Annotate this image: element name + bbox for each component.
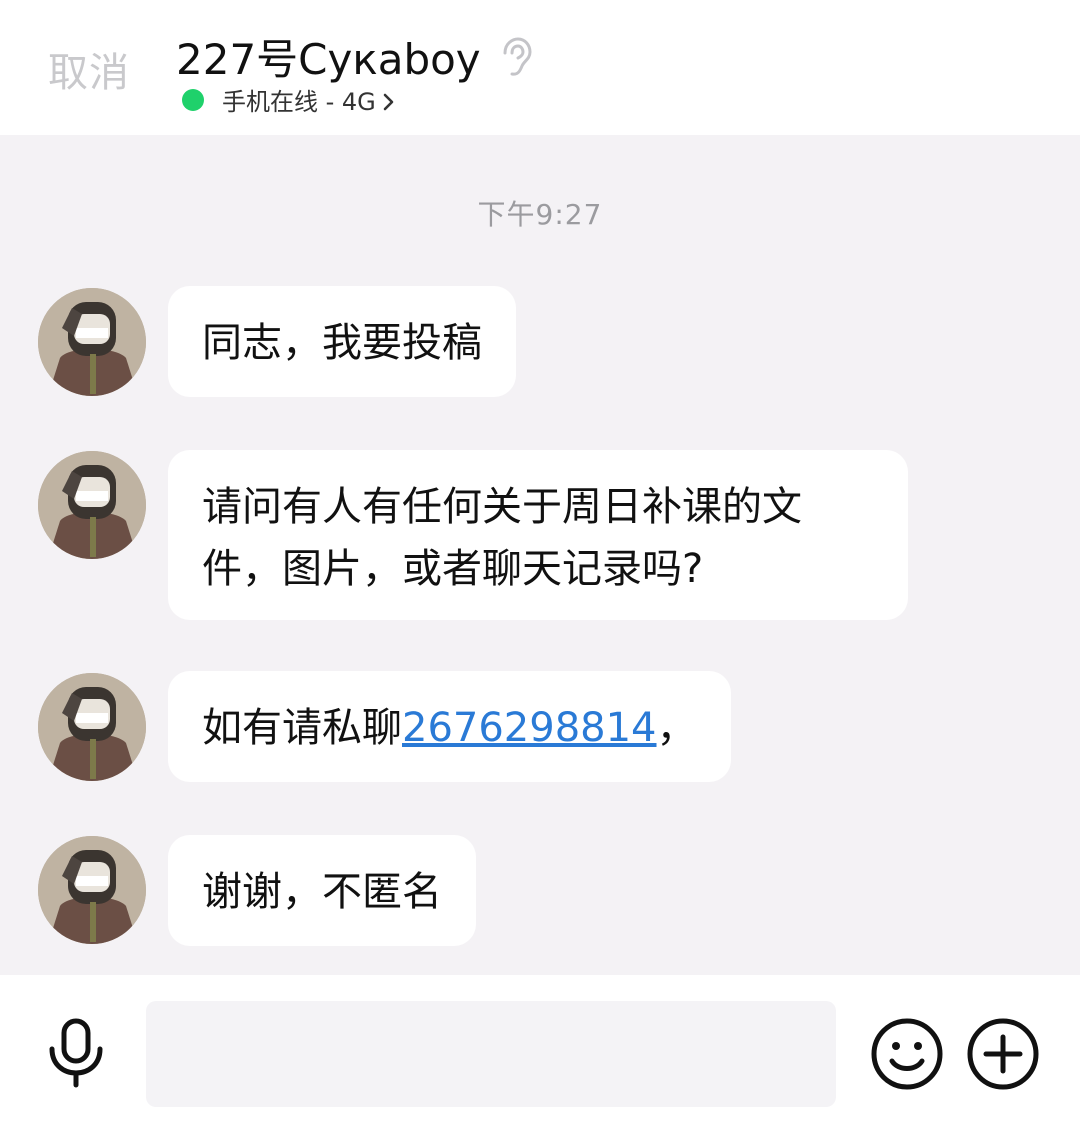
message-timestamp: 下午9:27 <box>477 198 603 231</box>
chevron-right-icon <box>382 90 396 110</box>
message-text-suffix: ， <box>656 705 697 751</box>
sender-avatar[interactable] <box>38 673 146 781</box>
sender-avatar[interactable] <box>38 288 146 396</box>
input-bar <box>0 975 1080 1135</box>
chat-area[interactable]: 下午9:27 同志，我要投稿 请问有人有任何关于周日补课的文件，图片，或者聊天记… <box>0 135 1080 975</box>
message-bubble[interactable]: 请问有人有任何关于周日补课的文件，图片，或者聊天记录吗? <box>168 450 908 620</box>
plus-circle-icon[interactable] <box>966 1017 1040 1091</box>
message-bubble[interactable]: 同志，我要投稿 <box>168 286 516 397</box>
smiley-icon[interactable] <box>870 1017 944 1091</box>
sender-avatar[interactable] <box>38 451 146 559</box>
status-text: 手机在线 - 4G <box>222 88 376 116</box>
message-input[interactable] <box>146 1001 836 1107</box>
qq-number-link[interactable]: 2676298814 <box>402 705 657 751</box>
contact-name: 227号Cyкaboy <box>176 35 481 84</box>
chat-title[interactable]: 227号Cyкaboy <box>176 26 533 87</box>
message-text: 请问有人有任何关于周日补课的文件，图片，或者聊天记录吗? <box>202 484 802 592</box>
message-bubble[interactable]: 如有请私聊2676298814， <box>168 671 731 782</box>
message-text: 谢谢，不匿名 <box>202 869 442 915</box>
chat-header: 取消 227号Cyкaboy 手机在线 - 4G <box>0 0 1080 135</box>
online-dot-icon <box>182 88 204 111</box>
sender-avatar[interactable] <box>38 836 146 944</box>
ear-icon[interactable] <box>499 36 533 77</box>
message-text: 同志，我要投稿 <box>202 320 482 366</box>
online-status[interactable]: 手机在线 - 4G <box>182 82 396 117</box>
microphone-icon[interactable] <box>44 1017 108 1089</box>
message-bubble[interactable]: 谢谢，不匿名 <box>168 835 476 946</box>
message-text: 如有请私聊 <box>202 705 402 751</box>
cancel-button[interactable]: 取消 <box>48 40 130 98</box>
